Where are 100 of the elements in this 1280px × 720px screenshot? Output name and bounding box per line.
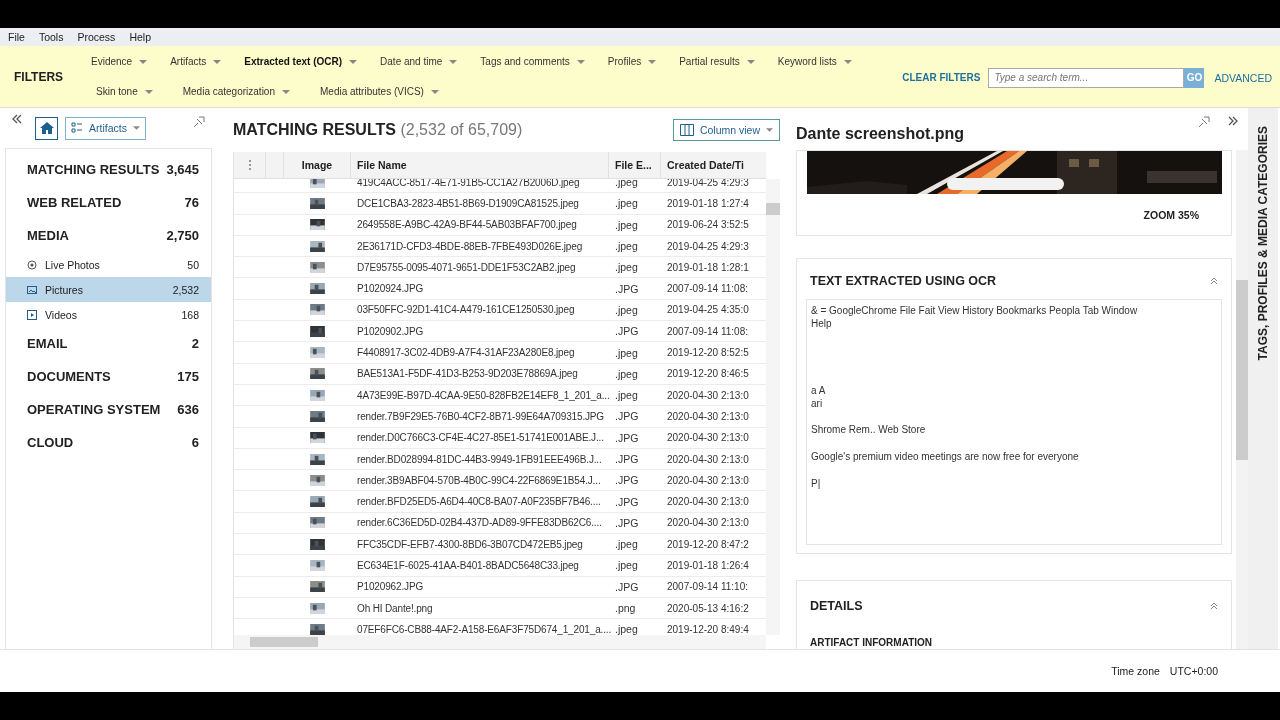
file-name-cell-text: 2E36171D-CFD3-4BDE-88EB-7FBE493D026E.jpeg — [356, 240, 584, 252]
filter-dropdown[interactable]: Extracted text (OCR) — [244, 56, 358, 67]
extension-cell-text: .JPG — [614, 282, 640, 295]
file-name-cell-text: render.BFD25ED5-A6D4-40C8-BA07-A0F235BF7B46.... — [356, 496, 602, 508]
file-name-cell-text: render.D0C766C3-CF4E-4C27-85E1-51741E001ABE.J... — [356, 432, 605, 444]
file-name-cell-text: P1020902.JPG — [356, 325, 425, 337]
menu-item[interactable]: Process — [77, 31, 116, 43]
subcategory-item[interactable]: Videos 168 — [6, 302, 211, 327]
filter-dropdown[interactable]: Skin tone — [96, 86, 153, 97]
scrollbar[interactable] — [766, 179, 780, 635]
search-field[interactable]: Type a search term... — [988, 67, 1185, 88]
pin-icon[interactable] — [1198, 116, 1210, 128]
section-title: DETAILS — [810, 599, 863, 613]
collapse-icon[interactable] — [12, 114, 22, 124]
column-header[interactable]: Created Date/Ti — [667, 159, 744, 171]
extension-cell-text: .jpeg — [614, 367, 639, 380]
file-name-cell-text: DCE1CBA3-2823-4B51-8B69-D1909CA81525.jpeg — [356, 197, 580, 209]
date-cell-text: 2020-04-30 2:13:0 — [666, 474, 750, 486]
pin-icon[interactable] — [193, 116, 205, 128]
columns-icon — [679, 124, 694, 136]
date-cell-text: 2019-04-25 4:29:3 — [666, 240, 750, 252]
file-name-cell-text: 2649558E-A9BC-42A9-BF44-5AB03BFAF700.jpeg — [356, 219, 578, 231]
scrollbar[interactable] — [234, 635, 766, 649]
home-icon — [38, 120, 55, 136]
filter-dropdown[interactable]: Tags and comments — [480, 56, 585, 67]
file-name-cell-text: 4A73E99E-B97D-4CAA-9E50-828FB2E14EF8_1_201_a... — [356, 389, 609, 401]
filter-dropdown[interactable]: Date and time — [380, 56, 458, 67]
timezone-label: Time zone — [1111, 665, 1160, 677]
category-count: 2,750 — [166, 228, 199, 243]
filter-dropdown[interactable]: Media attributes (VICS) — [320, 86, 439, 97]
date-cell-text: 2020-04-30 2:13:0 — [666, 496, 750, 508]
subcategory-item[interactable]: Pictures 2,532 — [6, 277, 211, 302]
extension-cell-text: .JPG — [614, 431, 640, 444]
category-item[interactable]: OPERATING SYSTEM — [27, 402, 161, 417]
category-item[interactable]: CLOUD — [27, 435, 74, 450]
subcategory-item[interactable]: Live Photos 50 — [6, 252, 211, 277]
category-item[interactable]: DOCUMENTS — [27, 369, 111, 384]
caret-icon — [349, 59, 358, 64]
category-item[interactable]: WEB RELATED — [27, 195, 122, 210]
filter-dropdown[interactable]: Evidence — [91, 56, 148, 67]
image-icon — [27, 284, 37, 295]
extension-cell-text: .jpeg — [614, 218, 639, 231]
caret-icon — [144, 89, 153, 94]
menu-item[interactable]: Help — [129, 31, 151, 43]
filter-dropdown[interactable]: Media categorization — [182, 86, 290, 97]
play-icon — [27, 309, 37, 320]
file-name-cell-text: 419C4ACC-8517-4E71-91B5-CC1A27B2006D.jpeg — [356, 179, 581, 188]
date-cell-text: 2020-04-30 2:13:0 — [666, 453, 750, 465]
column-header[interactable]: File E... — [615, 159, 652, 171]
home-button[interactable] — [35, 116, 58, 140]
date-cell-text: 2019-01-18 1:28:1 — [666, 261, 750, 273]
menu-item[interactable]: File — [8, 31, 25, 43]
file-name-cell-text: F4408917-3C02-4DB9-A7F4-31AF23A280E8.jpeg — [356, 347, 576, 358]
clear-filters-link[interactable]: CLEAR FILTERS — [902, 72, 981, 83]
extension-cell-text: .jpeg — [614, 261, 639, 274]
extension-cell-text: .jpeg — [614, 346, 639, 359]
advanced-link[interactable]: ADVANCED — [1214, 71, 1272, 84]
filter-dropdown[interactable]: Keyword lists — [777, 56, 852, 67]
file-name-cell-text: 07EF6FC6-CB88-4AF2-A158-E6AF3F75D674_1_201_a.... — [356, 623, 609, 635]
date-cell-text: 2019-06-24 3:52:5 — [666, 219, 750, 231]
file-name-cell-text: P1020924.JPG — [356, 283, 425, 295]
column-header[interactable]: File Name — [357, 159, 407, 171]
date-cell-text: 2007-09-14 11:08: — [666, 325, 749, 337]
extension-cell-text: .JPG — [614, 516, 640, 529]
category-count: 6 — [191, 435, 199, 450]
caret-icon — [843, 59, 852, 64]
file-name-cell-text: D7E95755-0095-4071-9651-DDE1F53C2AB2.jpeg — [356, 261, 577, 273]
file-name-cell-text: render.3B9ABF04-570B-4B0C-99C4-22F6869E1B54.J... — [356, 474, 602, 486]
column-view-dropdown[interactable]: Column view — [672, 119, 780, 141]
date-cell-text: 2007-09-14 11:10: — [666, 581, 749, 593]
view-dropdown[interactable]: Artifacts — [65, 116, 146, 140]
date-cell-text: 2019-01-18 1:26:4 — [666, 560, 750, 571]
extension-cell-text: .JPG — [614, 325, 640, 338]
scrollbar[interactable] — [1236, 150, 1248, 649]
caret-icon — [648, 59, 657, 64]
column-menu-icon[interactable] — [248, 160, 251, 170]
caret-icon — [132, 126, 140, 130]
file-name-cell-text: Oh HI Dante!.png — [356, 602, 434, 614]
category-count: 175 — [177, 369, 199, 384]
ocr-text-line: ari — [811, 396, 824, 411]
category-item[interactable]: EMAIL — [27, 336, 68, 351]
expand-icon[interactable] — [1228, 116, 1238, 126]
extension-cell-text: .JPG — [614, 453, 640, 465]
category-item[interactable]: MEDIA — [27, 228, 69, 243]
side-tab[interactable]: TAGS, PROFILES & MEDIA CATEGORIES — [1248, 108, 1278, 649]
section-title: TEXT EXTRACTED USING OCR — [810, 274, 997, 288]
date-cell-text: 2019-04-25 4:35:0 — [666, 304, 750, 316]
file-name-cell-text: FFC35CDF-EFB7-4300-8BD6-3B07CD472EB5.jpeg — [356, 538, 584, 550]
filter-dropdown[interactable]: Artifacts — [170, 56, 222, 67]
collapse-icon[interactable] — [1210, 602, 1218, 610]
section-heading: ARTIFACT INFORMATION — [809, 637, 934, 648]
menu-item[interactable]: Tools — [38, 31, 64, 43]
ocr-text-box[interactable]: & = GoogleChrome File Fait View History Bookmarks Peopla Tab Window Help a A ari Shrome Rem.. Web Store Google's premium video meetings are now free for everyone P| — [806, 299, 1222, 545]
column-header[interactable]: Image — [301, 159, 333, 171]
filter-dropdown[interactable]: Profiles — [607, 56, 657, 67]
date-cell-text: 2019-01-18 1:27:4 — [666, 197, 750, 209]
filter-dropdown[interactable]: Partial results — [679, 56, 755, 67]
collapse-icon[interactable] — [1210, 277, 1218, 285]
category-item[interactable]: MATCHING RESULTS — [27, 162, 160, 177]
file-name-cell-text: EC634E1F-6025-41AA-B401-8BADC5648C33.jpeg — [356, 560, 580, 571]
